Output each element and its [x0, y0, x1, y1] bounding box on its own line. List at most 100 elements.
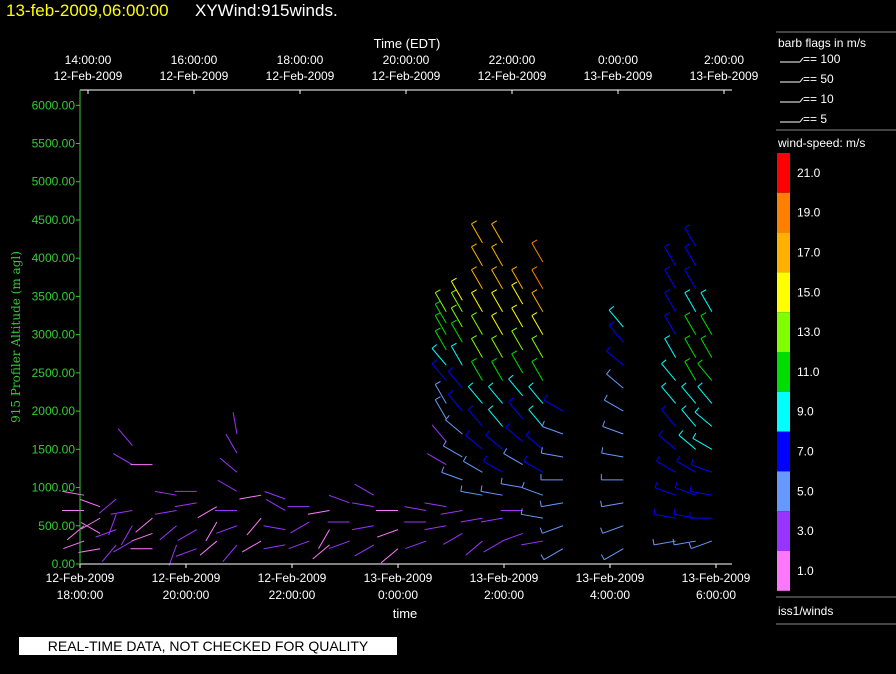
speed-legend-title: wind-speed: m/s — [777, 136, 865, 150]
wind-barb — [465, 430, 483, 450]
y-tick-label: 2000.00 — [32, 404, 76, 418]
wind-barb-shaft — [661, 386, 677, 404]
wind-barb-shaft — [177, 529, 197, 542]
wind-barb-shaft — [483, 460, 503, 473]
wind-barb-flag — [676, 455, 681, 462]
wind-barb — [471, 220, 483, 244]
y-tick-label: 0.00 — [52, 557, 76, 571]
wind-barb — [471, 266, 483, 290]
y-tick-label: 6000.00 — [32, 98, 76, 112]
wind-barb — [684, 358, 697, 381]
wind-barb — [684, 243, 697, 267]
color-scale-label: 13.0 — [797, 325, 821, 339]
wind-barb — [654, 481, 676, 496]
wind-barb-flag — [485, 430, 490, 436]
wind-barb-shaft — [328, 494, 350, 504]
wind-barb-shaft — [674, 513, 696, 519]
wind-barb — [600, 473, 624, 481]
wind-barb-shaft — [664, 246, 677, 267]
wind-barb-flag — [602, 420, 606, 427]
wind-barb — [483, 455, 503, 473]
wind-barb-shaft — [700, 338, 713, 358]
wind-barb-shaft — [676, 460, 697, 473]
wind-barb-flag — [431, 359, 438, 365]
wind-barb-shaft — [681, 409, 697, 427]
wind-barb — [676, 455, 697, 473]
wind-barb — [159, 525, 177, 541]
wind-barb — [78, 548, 101, 554]
wind-barb — [135, 517, 153, 533]
wind-barb-shaft — [199, 540, 218, 556]
wind-barb-shaft — [450, 280, 463, 301]
color-scale-swatch — [777, 551, 790, 591]
wind-barb-shaft — [541, 502, 564, 508]
wind-barb-flag — [661, 382, 667, 387]
wind-barb-shaft — [424, 525, 447, 531]
wind-barb-shaft — [604, 548, 624, 561]
wind-barb-flag — [451, 289, 457, 294]
wind-barb-flag — [491, 266, 498, 271]
wind-barb-shaft — [113, 453, 133, 466]
wind-barb-shaft — [434, 330, 447, 351]
wind-barb-flag — [661, 359, 667, 365]
color-scale-label: 11.0 — [797, 365, 820, 379]
wind-barb-flag — [451, 319, 457, 324]
wind-barb-shaft — [664, 338, 677, 358]
wind-barb — [700, 289, 713, 312]
wind-barb-flag — [661, 405, 667, 410]
bottom-tick-date: 13-Feb-2009 — [364, 571, 433, 585]
legend-layer: barb flags in m/s == 100 == 50 == 10 == 5 win… — [776, 31, 896, 625]
wind-barb-shaft — [471, 338, 483, 358]
wind-barb — [656, 455, 676, 473]
axis-layer: 0.00 500.00 1000.00 1500.00 2000.00 2500.00 30… — [9, 36, 759, 621]
wind-barb — [426, 453, 447, 466]
wind-barb — [450, 289, 463, 312]
wind-barb-flag — [491, 358, 498, 362]
wind-barb-shaft — [219, 457, 238, 473]
wind-barb — [673, 508, 696, 519]
wind-barb — [117, 428, 133, 446]
y-tick-label: 3500.00 — [32, 289, 76, 303]
wind-barb-shaft — [602, 426, 624, 435]
wind-barb-flag — [653, 508, 656, 515]
wind-barb-shaft — [465, 540, 483, 556]
wind-barb — [424, 525, 447, 531]
wind-barb-flag — [690, 458, 694, 465]
wind-barb — [101, 544, 117, 563]
wind-barb-flag — [462, 455, 467, 462]
wind-barb-flag — [471, 312, 477, 317]
wind-barb — [110, 509, 133, 515]
wind-barb-flag — [471, 266, 477, 271]
color-scale-label: 5.0 — [797, 484, 814, 498]
wind-barb-flag — [465, 430, 470, 436]
wind-barb — [154, 509, 177, 515]
wind-barb-shaft — [491, 292, 504, 312]
wind-barb-shaft — [654, 487, 676, 496]
top-axis-title: Time (EDT) — [374, 36, 441, 51]
wind-barb-shaft — [467, 386, 483, 404]
bottom-tick-time: 2:00:00 — [484, 588, 524, 602]
wind-barb — [174, 502, 197, 508]
color-scale-swatch — [777, 511, 790, 551]
wind-barb-shaft — [450, 292, 463, 312]
wind-barb — [664, 312, 677, 335]
wind-barb-flag — [600, 500, 603, 507]
y-tick-label: 500.00 — [38, 519, 75, 533]
wind-barb — [521, 540, 543, 546]
wind-barb-shaft — [521, 540, 543, 546]
wind-barb — [684, 335, 697, 358]
wind-barb-flag — [483, 455, 487, 462]
wind-barb-flag — [606, 369, 611, 375]
wind-barb-flag — [689, 485, 692, 492]
wind-barb-shaft — [684, 227, 697, 247]
wind-barb-shaft — [511, 284, 524, 305]
wind-barb-shaft — [467, 409, 483, 427]
wind-barb-shaft — [450, 307, 463, 328]
wind-barb-shaft — [684, 269, 697, 290]
wind-barb-shaft — [483, 540, 503, 553]
top-tick-date: 12-Feb-2009 — [160, 69, 229, 83]
top-tick-time: 14:00:00 — [65, 53, 112, 67]
wind-barb — [205, 521, 218, 542]
wind-barb — [672, 538, 696, 546]
wind-barb — [674, 481, 696, 496]
